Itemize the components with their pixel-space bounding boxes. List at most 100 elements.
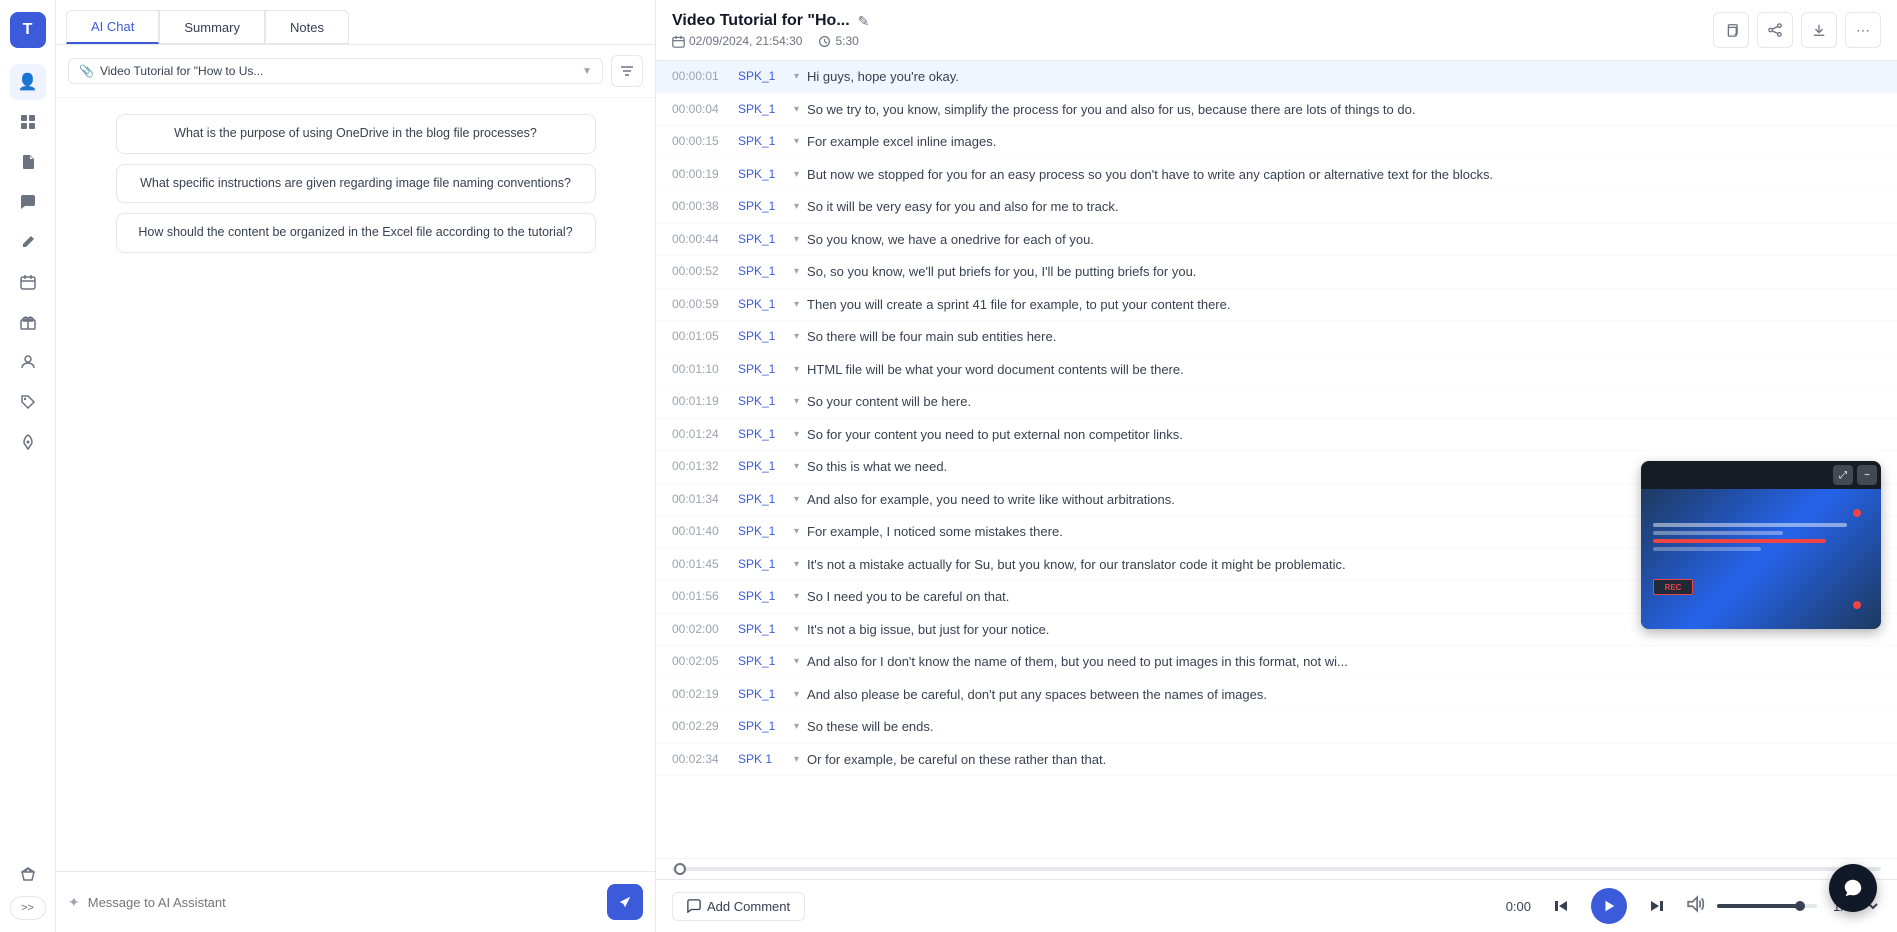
share-button[interactable] — [1757, 12, 1793, 48]
speaker-label[interactable]: SPK_1 — [738, 522, 786, 538]
chevron-down-icon[interactable]: ▾ — [794, 262, 799, 277]
volume-icon[interactable] — [1687, 895, 1705, 918]
copy-button[interactable] — [1713, 12, 1749, 48]
chevron-down-icon[interactable]: ▾ — [794, 490, 799, 505]
video-content: REC — [1641, 489, 1881, 629]
chevron-down-icon[interactable]: ▾ — [794, 132, 799, 147]
transcript-text: But now we stopped for you for an easy p… — [807, 165, 1881, 185]
timestamp: 00:00:01 — [672, 67, 730, 83]
chevron-down-icon[interactable]: ▾ — [794, 620, 799, 635]
clock-icon — [818, 35, 831, 48]
video-minimize-button[interactable]: − — [1857, 465, 1877, 485]
transcript-text: So your content will be here. — [807, 392, 1881, 412]
speaker-label[interactable]: SPK 1 — [738, 750, 786, 766]
chevron-down-icon[interactable]: ▾ — [794, 67, 799, 82]
speaker-label[interactable]: SPK_1 — [738, 230, 786, 246]
chat-support-button[interactable] — [1829, 864, 1877, 912]
sidebar-expand-button[interactable]: >> — [10, 896, 46, 920]
sidebar-item-tag[interactable] — [10, 384, 46, 420]
tab-summary[interactable]: Summary — [159, 10, 265, 44]
speaker-label[interactable]: SPK_1 — [738, 67, 786, 83]
speaker-label[interactable]: SPK_1 — [738, 327, 786, 343]
chevron-down-icon[interactable]: ▾ — [794, 230, 799, 245]
speaker-label[interactable]: SPK_1 — [738, 197, 786, 213]
speaker-label[interactable]: SPK_1 — [738, 587, 786, 603]
add-comment-label: Add Comment — [707, 899, 790, 914]
skip-back-button[interactable] — [1543, 888, 1579, 924]
sidebar-item-contacts[interactable]: 👤 — [10, 64, 46, 100]
sidebar-item-gift[interactable] — [10, 304, 46, 340]
speaker-label[interactable]: SPK_1 — [738, 425, 786, 441]
speaker-label[interactable]: SPK_1 — [738, 652, 786, 668]
filter-button[interactable] — [611, 55, 643, 87]
tab-ai-chat[interactable]: AI Chat — [66, 10, 159, 44]
meta-row: 02/09/2024, 21:54:30 5:30 — [672, 34, 869, 48]
right-panel: Video Tutorial for "Ho... ✎ 02/09/2024, … — [656, 0, 1897, 932]
send-button[interactable] — [607, 884, 643, 920]
edit-icon[interactable]: ✎ — [858, 13, 870, 30]
speaker-label[interactable]: SPK_1 — [738, 620, 786, 636]
sidebar-item-rocket[interactable] — [10, 424, 46, 460]
doc-selector[interactable]: 📎 Video Tutorial for "How to Us... ▼ — [68, 58, 603, 84]
chevron-down-icon[interactable]: ▾ — [794, 685, 799, 700]
skip-forward-button[interactable] — [1639, 888, 1675, 924]
video-lines: REC — [1653, 523, 1869, 595]
speaker-label[interactable]: SPK_1 — [738, 262, 786, 278]
timestamp: 00:02:00 — [672, 620, 730, 636]
progress-track[interactable] — [672, 867, 1881, 871]
sidebar-item-pencil[interactable] — [10, 224, 46, 260]
chevron-down-icon[interactable]: ▾ — [794, 522, 799, 537]
suggestion-chip-2[interactable]: What specific instructions are given reg… — [116, 164, 596, 204]
timestamp: 00:01:34 — [672, 490, 730, 506]
speaker-label[interactable]: SPK_1 — [738, 457, 786, 473]
video-expand-button[interactable]: ⤢ — [1833, 465, 1853, 485]
message-input-area: ✦ — [56, 871, 655, 932]
add-comment-button[interactable]: Add Comment — [672, 892, 805, 921]
speaker-label[interactable]: SPK_1 — [738, 132, 786, 148]
video-line-red — [1653, 539, 1826, 543]
chevron-down-icon[interactable]: ▾ — [794, 425, 799, 440]
sidebar-item-gem[interactable] — [10, 856, 46, 892]
tab-notes[interactable]: Notes — [265, 10, 349, 44]
speaker-label[interactable]: SPK_1 — [738, 490, 786, 506]
speaker-label[interactable]: SPK_1 — [738, 392, 786, 408]
chevron-down-icon[interactable]: ▾ — [794, 652, 799, 667]
chevron-down-icon[interactable]: ▾ — [794, 457, 799, 472]
suggestion-chip-1[interactable]: What is the purpose of using OneDrive in… — [116, 114, 596, 154]
speaker-label[interactable]: SPK_1 — [738, 555, 786, 571]
chevron-down-icon[interactable]: ▾ — [794, 392, 799, 407]
speaker-label[interactable]: SPK_1 — [738, 717, 786, 733]
speaker-label[interactable]: SPK_1 — [738, 360, 786, 376]
play-button[interactable] — [1591, 888, 1627, 924]
speaker-label[interactable]: SPK_1 — [738, 165, 786, 181]
sidebar-item-document[interactable] — [10, 144, 46, 180]
chevron-down-icon[interactable]: ▾ — [794, 717, 799, 732]
speaker-label[interactable]: SPK_1 — [738, 100, 786, 116]
chevron-down-icon[interactable]: ▾ — [794, 360, 799, 375]
transcript-text: So, so you know, we'll put briefs for yo… — [807, 262, 1881, 282]
sidebar-item-calendar[interactable] — [10, 264, 46, 300]
chevron-down-icon[interactable]: ▾ — [794, 165, 799, 180]
sidebar-item-person[interactable] — [10, 344, 46, 380]
speaker-label[interactable]: SPK_1 — [738, 295, 786, 311]
timestamp: 00:02:19 — [672, 685, 730, 701]
message-input[interactable] — [88, 895, 599, 910]
timestamp: 00:01:10 — [672, 360, 730, 376]
speaker-label[interactable]: SPK_1 — [738, 685, 786, 701]
volume-slider[interactable] — [1717, 904, 1817, 908]
transcript-row: 00:00:38 SPK_1 ▾ So it will be very easy… — [656, 191, 1897, 224]
chevron-down-icon[interactable]: ▾ — [794, 555, 799, 570]
progress-thumb[interactable] — [674, 863, 686, 875]
chevron-down-icon[interactable]: ▾ — [794, 100, 799, 115]
sidebar-item-grid[interactable] — [10, 104, 46, 140]
transcript-row: 00:00:15 SPK_1 ▾ For example excel inlin… — [656, 126, 1897, 159]
download-button[interactable] — [1801, 12, 1837, 48]
sidebar-item-chat[interactable] — [10, 184, 46, 220]
chevron-down-icon[interactable]: ▾ — [794, 587, 799, 602]
chevron-down-icon[interactable]: ▾ — [794, 197, 799, 212]
chevron-down-icon[interactable]: ▾ — [794, 327, 799, 342]
suggestion-chip-3[interactable]: How should the content be organized in t… — [116, 213, 596, 253]
chevron-down-icon[interactable]: ▾ — [794, 295, 799, 310]
chevron-down-icon[interactable]: ▾ — [794, 750, 799, 765]
more-button[interactable]: ⋯ — [1845, 12, 1881, 48]
